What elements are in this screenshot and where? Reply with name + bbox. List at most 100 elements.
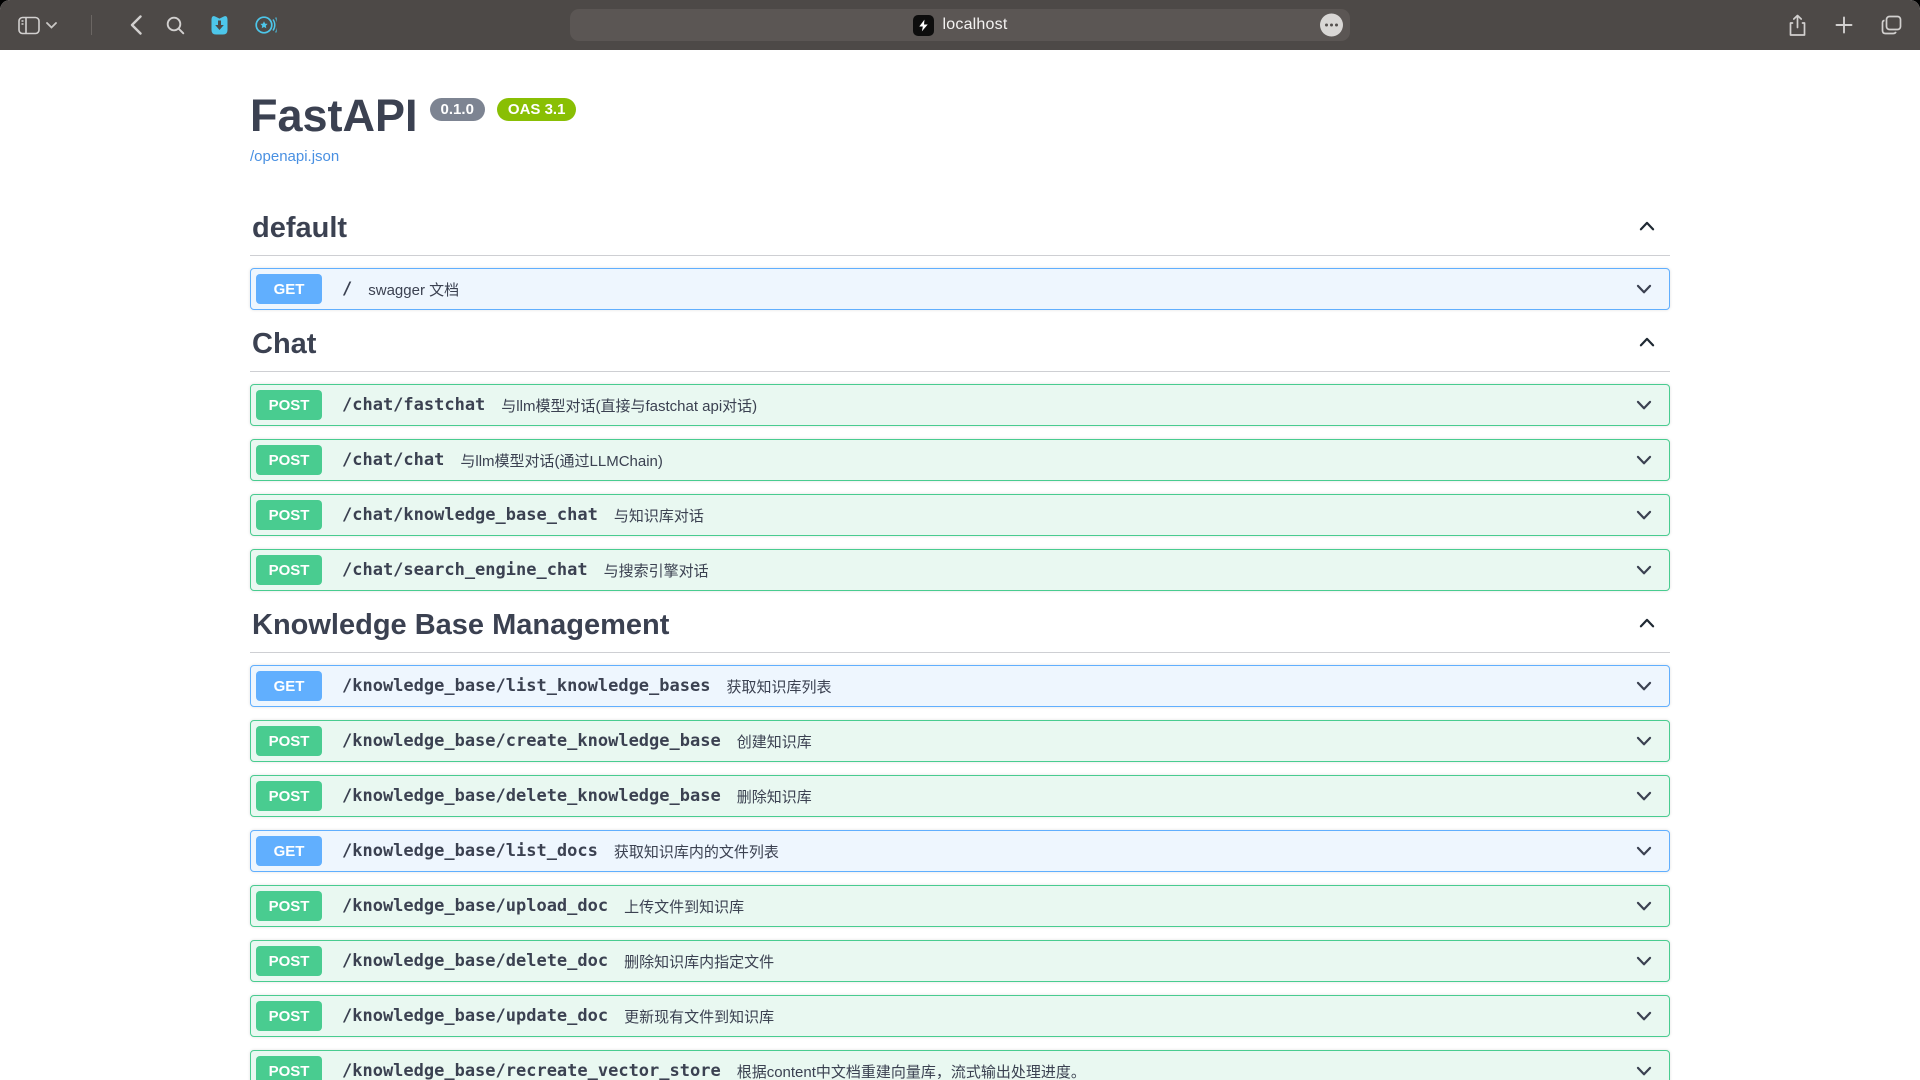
new-tab-icon[interactable] — [1835, 16, 1853, 34]
operation-summary: 与知识库对话 — [614, 505, 704, 526]
chevron-up-icon[interactable] — [1636, 612, 1658, 639]
operation-path: /knowledge_base/delete_doc — [342, 951, 608, 971]
chevron-down-icon[interactable] — [1633, 730, 1655, 752]
tab-overview-icon[interactable] — [1881, 15, 1902, 35]
sections: default GET / swagger 文档 Chat — [250, 212, 1670, 1080]
operation-row[interactable]: POST /chat/fastchat 与llm模型对话(直接与fastchat… — [250, 384, 1670, 426]
operation-row[interactable]: POST /knowledge_base/update_doc 更新现有文件到知… — [250, 995, 1670, 1037]
chevron-down-icon[interactable] — [1633, 785, 1655, 807]
sidebar-toggle-icon[interactable] — [18, 16, 40, 35]
operation-path: /chat/search_engine_chat — [342, 560, 588, 580]
openapi-spec-link[interactable]: /openapi.json — [250, 148, 339, 165]
version-badge: 0.1.0 — [430, 98, 485, 121]
tag-section-header[interactable]: default — [250, 212, 1670, 256]
operation-summary: swagger 文档 — [368, 279, 459, 300]
tag-section: default GET / swagger 文档 — [250, 212, 1670, 310]
search-icon[interactable] — [166, 16, 185, 35]
operation-summary: 上传文件到知识库 — [624, 896, 744, 917]
operation-row[interactable]: GET /knowledge_base/list_knowledge_bases… — [250, 665, 1670, 707]
operation-path: /knowledge_base/recreate_vector_store — [342, 1061, 721, 1080]
sidebar-chevron-down-icon[interactable] — [46, 22, 57, 29]
tag-section: Chat POST /chat/fastchat 与llm模型对话(直接与fas… — [250, 328, 1670, 591]
method-badge: GET — [256, 671, 322, 701]
method-badge: POST — [256, 1001, 322, 1031]
operation-path: /knowledge_base/delete_knowledge_base — [342, 786, 721, 806]
operation-summary: 与llm模型对话(直接与fastchat api对话) — [501, 395, 757, 416]
extension-radar-icon[interactable] — [254, 14, 277, 36]
operation-summary: 与搜索引擎对话 — [604, 560, 709, 581]
operation-path: /knowledge_base/list_docs — [342, 841, 598, 861]
operation-row[interactable]: POST /knowledge_base/recreate_vector_sto… — [250, 1050, 1670, 1080]
operation-row[interactable]: GET /knowledge_base/list_docs 获取知识库内的文件列… — [250, 830, 1670, 872]
operation-path: /knowledge_base/create_knowledge_base — [342, 731, 721, 751]
operation-path: /knowledge_base/upload_doc — [342, 896, 608, 916]
operation-list: GET / swagger 文档 — [250, 268, 1670, 310]
method-badge: POST — [256, 445, 322, 475]
operation-summary: 删除知识库内指定文件 — [624, 951, 774, 972]
tag-section-title: default — [252, 212, 347, 245]
method-badge: POST — [256, 891, 322, 921]
operation-list: POST /chat/fastchat 与llm模型对话(直接与fastchat… — [250, 384, 1670, 591]
operation-path: /chat/fastchat — [342, 395, 485, 415]
operation-row[interactable]: POST /knowledge_base/create_knowledge_ba… — [250, 720, 1670, 762]
favicon-lightning-icon — [913, 15, 934, 36]
operation-row[interactable]: POST /chat/chat 与llm模型对话(通过LLMChain) — [250, 439, 1670, 481]
method-badge: POST — [256, 726, 322, 756]
method-badge: POST — [256, 390, 322, 420]
operation-row[interactable]: POST /chat/knowledge_base_chat 与知识库对话 — [250, 494, 1670, 536]
operation-path: / — [342, 279, 352, 299]
chevron-down-icon[interactable] — [1633, 559, 1655, 581]
chevron-down-icon[interactable] — [1633, 449, 1655, 471]
chevron-down-icon[interactable] — [1633, 675, 1655, 697]
tag-section-title: Knowledge Base Management — [252, 609, 669, 642]
page-title: FastAPI 0.1.0 OAS 3.1 — [250, 92, 1670, 139]
operation-row[interactable]: POST /knowledge_base/delete_doc 删除知识库内指定… — [250, 940, 1670, 982]
back-icon[interactable] — [130, 15, 142, 35]
chevron-down-icon[interactable] — [1633, 394, 1655, 416]
operation-path: /chat/chat — [342, 450, 444, 470]
extension-bookmark-icon[interactable] — [209, 14, 230, 36]
operation-summary: 更新现有文件到知识库 — [624, 1006, 774, 1027]
oas-badge: OAS 3.1 — [497, 98, 577, 121]
chevron-down-icon[interactable] — [1633, 1005, 1655, 1027]
api-info: FastAPI 0.1.0 OAS 3.1 /openapi.json — [250, 92, 1670, 166]
operation-summary: 与llm模型对话(通过LLMChain) — [460, 450, 663, 471]
method-badge: POST — [256, 555, 322, 585]
share-icon[interactable] — [1788, 14, 1807, 37]
operation-summary: 根据content中文档重建向量库，流式输出处理进度。 — [737, 1061, 1086, 1080]
operation-path: /knowledge_base/update_doc — [342, 1006, 608, 1026]
chevron-down-icon[interactable] — [1633, 1060, 1655, 1080]
operation-path: /chat/knowledge_base_chat — [342, 505, 598, 525]
chevron-down-icon[interactable] — [1633, 278, 1655, 300]
operation-summary: 获取知识库列表 — [726, 676, 831, 697]
operation-row[interactable]: POST /chat/search_engine_chat 与搜索引擎对话 — [250, 549, 1670, 591]
method-badge: POST — [256, 1056, 322, 1080]
operation-row[interactable]: POST /knowledge_base/upload_doc 上传文件到知识库 — [250, 885, 1670, 927]
ellipsis-icon[interactable] — [1320, 14, 1343, 37]
url-text: localhost — [943, 16, 1008, 34]
tag-section-header[interactable]: Chat — [250, 328, 1670, 372]
browser-window: localhost — [0, 0, 1920, 1080]
chevron-down-icon[interactable] — [1633, 950, 1655, 972]
address-bar[interactable]: localhost — [570, 9, 1350, 41]
chevron-down-icon[interactable] — [1633, 895, 1655, 917]
chevron-down-icon[interactable] — [1633, 840, 1655, 862]
method-badge: GET — [256, 274, 322, 304]
tag-section: Knowledge Base Management GET /knowledge… — [250, 609, 1670, 1080]
tag-section-header[interactable]: Knowledge Base Management — [250, 609, 1670, 653]
chevron-up-icon[interactable] — [1636, 215, 1658, 242]
method-badge: GET — [256, 836, 322, 866]
method-badge: POST — [256, 500, 322, 530]
operation-list: GET /knowledge_base/list_knowledge_bases… — [250, 665, 1670, 1080]
operation-row[interactable]: GET / swagger 文档 — [250, 268, 1670, 310]
operation-summary: 创建知识库 — [737, 731, 812, 752]
toolbar-divider — [91, 15, 92, 35]
operation-summary: 获取知识库内的文件列表 — [614, 841, 779, 862]
operation-row[interactable]: POST /knowledge_base/delete_knowledge_ba… — [250, 775, 1670, 817]
browser-toolbar: localhost — [0, 0, 1920, 50]
chevron-up-icon[interactable] — [1636, 331, 1658, 358]
chevron-down-icon[interactable] — [1633, 504, 1655, 526]
method-badge: POST — [256, 781, 322, 811]
swagger-page: FastAPI 0.1.0 OAS 3.1 /openapi.json defa… — [0, 50, 1920, 1080]
api-title-text: FastAPI — [250, 92, 418, 139]
